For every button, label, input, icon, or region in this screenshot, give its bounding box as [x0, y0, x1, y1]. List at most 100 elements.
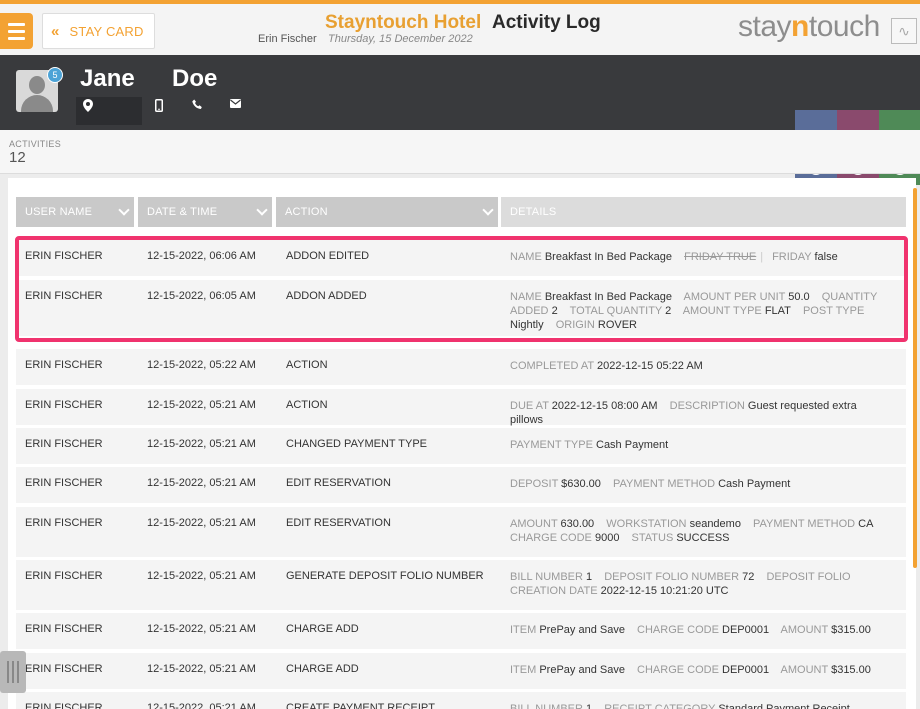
row-action: GENERATE DEPOSIT FOLIO NUMBER: [286, 570, 484, 582]
page-title: Activity Log: [492, 12, 601, 33]
double-chevron-left-icon: «: [51, 22, 60, 40]
detail-value: DEP0001: [722, 624, 770, 636]
detail-value: $315.00: [831, 664, 871, 676]
menu-icon: [8, 22, 25, 26]
chart-icon[interactable]: ∿: [891, 18, 917, 44]
row-user-name: ERIN FISCHER: [25, 663, 103, 675]
row-date-time: 12-15-2022, 05:21 AM: [147, 517, 256, 529]
detail-value: 50.0: [788, 291, 810, 303]
row-action: ADDON EDITED: [286, 250, 370, 262]
row-action: ACTION: [286, 399, 328, 411]
row-action: CHANGED PAYMENT TYPE: [286, 438, 427, 450]
detail-value: $315.00: [831, 624, 871, 636]
table-row[interactable]: ERIN FISCHER 12-15-2022, 06:05 AM ADDON AD…: [16, 280, 906, 336]
detail-value: Cash Payment: [596, 439, 669, 451]
detail-value: 72: [742, 571, 755, 583]
detail-key: DEPOSIT FOLIO NUMBER: [604, 571, 740, 583]
detail-value: Nightly: [510, 319, 544, 331]
row-date-time: 12-15-2022, 05:21 AM: [147, 702, 256, 709]
detail-key: DUE AT: [510, 400, 549, 412]
row-action: CHARGE ADD: [286, 623, 359, 635]
table-row[interactable]: ERIN FISCHER 12-15-2022, 06:06 AM ADDON ED…: [16, 240, 906, 276]
detail-key: BILL NUMBER: [510, 703, 583, 709]
detail-key: ITEM: [510, 624, 537, 636]
detail-key: AMOUNT: [780, 624, 829, 636]
side-drawer-handle[interactable]: [0, 651, 26, 693]
detail-key: NAME: [510, 291, 542, 303]
mobile-icon[interactable]: [155, 99, 163, 115]
detail-key: AMOUNT TYPE: [682, 305, 762, 317]
row-action: ACTION: [286, 359, 328, 371]
detail-value: 1: [586, 571, 593, 583]
row-details: BILL NUMBER 1 RECEIPT CATEGORY Standard …: [510, 702, 895, 709]
detail-value: PrePay and Save: [539, 664, 625, 676]
row-details: BILL NUMBER 1 DEPOSIT FOLIO NUMBER 72 DE…: [510, 570, 895, 598]
table-row[interactable]: ERIN FISCHER 12-15-2022, 05:21 AM CREATE P…: [16, 692, 906, 709]
detail-key: TOTAL QUANTITY: [569, 305, 663, 317]
column-user-name[interactable]: USER NAME: [16, 197, 134, 227]
detail-value: DEP0001: [722, 664, 770, 676]
chevron-down-icon: [118, 204, 130, 216]
row-user-name: ERIN FISCHER: [25, 702, 103, 709]
detail-value: seandemo: [689, 518, 741, 530]
row-details: ITEM PrePay and Save CHARGE CODE DEP0001…: [510, 623, 895, 637]
menu-button[interactable]: [0, 13, 33, 49]
detail-value: 2022-12-15 05:22 AM: [597, 360, 703, 372]
detail-value: SUCCESS: [676, 532, 730, 544]
detail-key: BILL NUMBER: [510, 571, 583, 583]
table-row[interactable]: ERIN FISCHER 12-15-2022, 05:21 AM CHARGE A…: [16, 653, 906, 689]
detail-value: 9000: [594, 532, 620, 544]
table-row[interactable]: ERIN FISCHER 12-15-2022, 05:21 AM EDIT RES…: [16, 467, 906, 503]
detail-separator: |: [760, 251, 764, 263]
table-row[interactable]: ERIN FISCHER 12-15-2022, 05:21 AM CHARGE A…: [16, 613, 906, 649]
table-row[interactable]: ERIN FISCHER 12-15-2022, 05:22 AM ACTION CO…: [16, 349, 906, 385]
detail-old-value: FRIDAY TRUE: [684, 251, 757, 263]
phone-icon[interactable]: [192, 99, 203, 113]
row-user-name: ERIN FISCHER: [25, 359, 103, 371]
detail-value: Breakfast In Bed Package: [544, 251, 673, 263]
guest-badge: 5: [47, 67, 63, 83]
row-user-name: ERIN FISCHER: [25, 623, 103, 635]
stayntouch-logo: stayntouch: [738, 10, 880, 43]
table-row[interactable]: ERIN FISCHER 12-15-2022, 05:21 AM EDIT RES…: [16, 507, 906, 557]
location-icon[interactable]: [83, 99, 93, 115]
detail-value: CA: [858, 518, 874, 530]
guest-bar: 5 Jane Doe: [0, 55, 920, 185]
row-date-time: 12-15-2022, 05:21 AM: [147, 399, 256, 411]
row-date-time: 12-15-2022, 05:22 AM: [147, 359, 256, 371]
row-action: EDIT RESERVATION: [286, 477, 391, 489]
row-user-name: ERIN FISCHER: [25, 517, 103, 529]
detail-key: PAYMENT METHOD: [753, 518, 856, 530]
scrollbar[interactable]: [913, 188, 917, 568]
detail-value: 630.00: [560, 518, 595, 530]
detail-value: $630.00: [561, 478, 601, 490]
detail-value: PrePay and Save: [539, 624, 625, 636]
column-details: DETAILS: [501, 197, 906, 227]
email-icon[interactable]: [230, 99, 241, 111]
table-row[interactable]: ERIN FISCHER 12-15-2022, 05:21 AM ACTION DU…: [16, 389, 906, 427]
detail-value: 2: [551, 305, 558, 317]
table-row[interactable]: ERIN FISCHER 12-15-2022, 05:21 AM CHANGED …: [16, 428, 906, 464]
detail-value: 2: [665, 305, 672, 317]
detail-key: STATUS: [631, 532, 674, 544]
detail-key: DESCRIPTION: [669, 400, 745, 412]
stay-card-button[interactable]: « STAY CARD: [42, 13, 155, 49]
table-row[interactable]: ERIN FISCHER 12-15-2022, 05:21 AM GENERATE…: [16, 560, 906, 610]
detail-value: Standard Payment Receipt: [718, 703, 850, 709]
chevron-down-icon: [256, 204, 268, 216]
row-user-name: ERIN FISCHER: [25, 570, 103, 582]
detail-key: FRIDAY: [772, 251, 812, 263]
hotel-name: Stayntouch Hotel: [325, 12, 482, 33]
row-details: DUE AT 2022-12-15 08:00 AM DESCRIPTION G…: [510, 399, 895, 427]
row-date-time: 12-15-2022, 06:06 AM: [147, 250, 256, 262]
row-action: CHARGE ADD: [286, 663, 359, 675]
column-action[interactable]: ACTION: [276, 197, 498, 227]
column-date-time[interactable]: DATE & TIME: [138, 197, 272, 227]
row-details: PAYMENT TYPE Cash Payment: [510, 438, 895, 452]
row-user-name: ERIN FISCHER: [25, 477, 103, 489]
row-date-time: 12-15-2022, 06:05 AM: [147, 290, 256, 302]
guest-first-name: Jane: [80, 65, 135, 92]
detail-key: CHARGE CODE: [637, 664, 719, 676]
activities-label: ACTIVITIES: [9, 139, 62, 149]
detail-key: PAYMENT METHOD: [612, 478, 716, 490]
